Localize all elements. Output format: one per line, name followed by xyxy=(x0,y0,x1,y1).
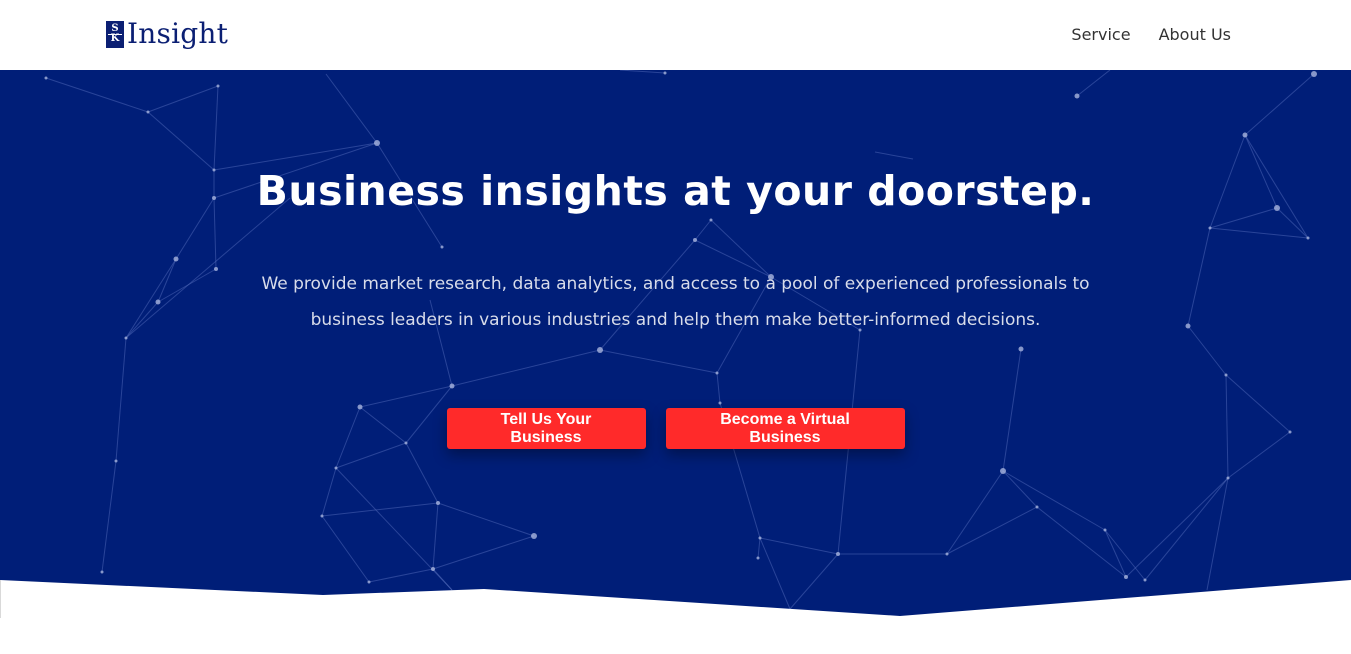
network-background-graphic xyxy=(44,70,1317,610)
become-virtual-business-button[interactable]: Become a Virtual Business xyxy=(665,408,905,449)
nav-link-service[interactable]: Service xyxy=(1071,24,1130,46)
hero-cta-group: Tell Us Your Business Become a Virtual B… xyxy=(0,408,1351,449)
hero-bottom-divider xyxy=(0,580,1351,654)
hero-description: We provide market research, data analyti… xyxy=(261,274,1090,330)
tell-us-your-business-button[interactable]: Tell Us Your Business xyxy=(446,408,646,449)
logo-mark-bottom: K xyxy=(110,33,120,44)
logo-text: Insight xyxy=(127,17,229,50)
nav-link-about-us[interactable]: About Us xyxy=(1159,24,1231,46)
logo-mark-divider xyxy=(108,33,122,35)
site-header: S K Insight Service About Us xyxy=(0,0,1351,70)
logo-mark-icon: S K xyxy=(106,20,124,48)
hero-section: Business insights at your doorstep. We p… xyxy=(0,70,1351,618)
main-nav: Service About Us xyxy=(1071,24,1231,46)
logo-link[interactable]: S K Insight xyxy=(106,18,228,50)
hero-title: Business insights at your doorstep. xyxy=(256,167,1095,215)
